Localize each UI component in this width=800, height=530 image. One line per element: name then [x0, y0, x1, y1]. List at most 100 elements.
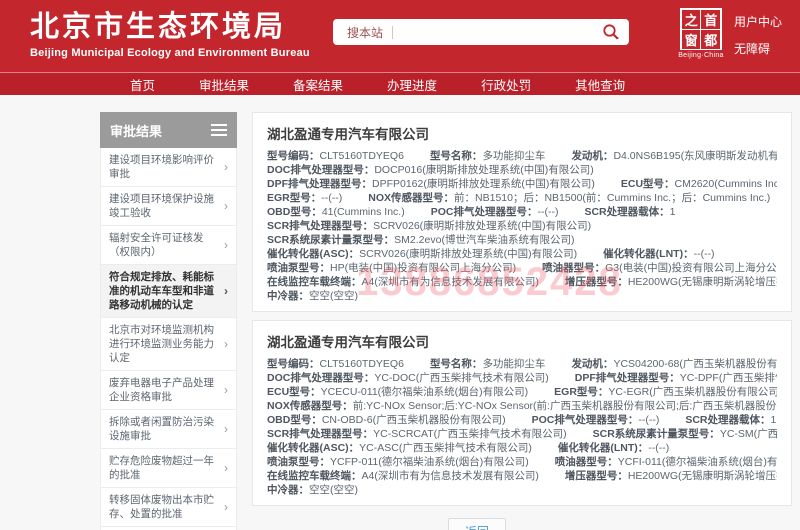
spec-line: SCR排气处理器型号：YC-SCRCAT(广西玉柴排气技术有限公司) SCR系统尿…: [267, 427, 777, 441]
sidebar-item-label: 转移固体废物出本市贮存、处置的批准: [109, 493, 220, 521]
spec-field: 喷油泵型号：HP(电装(中国)投资有限公司上海分公司): [267, 262, 516, 274]
search-input[interactable]: [393, 19, 602, 45]
sidebar-item-label: 拆除或者闲置防治污染设施审批: [109, 415, 220, 443]
spec-field: SCR排气处理器型号：YC-SCRCAT(广西玉柴排气技术有限公司): [267, 428, 567, 440]
chevron-right-icon: ›: [224, 500, 228, 514]
sidebar-item-label: 辐射安全许可证核发（权限内）: [109, 231, 220, 259]
logo-caption: Beijing·China: [678, 52, 724, 59]
back-button[interactable]: 返回: [448, 518, 506, 530]
chevron-right-icon: ›: [224, 461, 228, 475]
sidebar-title: 审批结果: [110, 121, 162, 140]
nav-item-3[interactable]: 办理进度: [387, 75, 437, 94]
sidebar-item-8[interactable]: 转移固体废物出本市贮存、处置的批准 ›: [101, 488, 236, 527]
site-subtitle: Beijing Municipal Ecology and Environmen…: [30, 47, 310, 59]
spec-field: 催化转化器(LNT)：--(--): [558, 442, 669, 454]
sidebar-header: 审批结果: [100, 112, 237, 148]
sidebar-item-label: 符合规定排放、耗能标准的机动车车型和非道路移动机械的认定: [109, 270, 220, 312]
header-corner: 之 首 窗 都 Beijing·China 用户中心 无障碍: [678, 8, 782, 59]
search-icon: [602, 23, 620, 41]
spec-field: ECU型号：CM2620(Cummins Inc.): [621, 178, 777, 190]
spec-field: EGR型号：YC-EGR(广西玉柴机器股份有限公司): [554, 386, 777, 398]
spec-line: NOX传感器型号：前:YC-NOx Sensor;后:YC-NOx Sensor…: [267, 399, 777, 413]
company-title: 湖北盈通专用汽车有限公司: [267, 123, 777, 143]
sidebar-item-5[interactable]: 废弃电器电子产品处理企业资格审批›: [101, 371, 236, 410]
sidebar-item-label: 北京市对环境监测机构进行环境监测业务能力认定: [109, 323, 220, 365]
result-card-0: 湖北盈通专用汽车有限公司型号编码：CLT5160TDYEQ6型号名称：多功能抑尘…: [252, 112, 792, 312]
spec-field: POC排气处理器型号：--(--): [431, 206, 559, 218]
sidebar-item-7[interactable]: 贮存危险废物超过一年的批准 ›: [101, 449, 236, 488]
body-wrap: 审批结果 建设项目环境影响评价审批›建设项目环境保护设施竣工验收›辐射安全许可证…: [0, 95, 800, 530]
sidebar-item-2[interactable]: 辐射安全许可证核发（权限内） ›: [101, 226, 236, 265]
user-center-link[interactable]: 用户中心: [734, 13, 782, 30]
spec-line: SCR排气处理器型号：SCRV026(康明斯排放处理系统(中国)有限公司): [267, 219, 777, 233]
site-header: 北京市生态环境局 Beijing Municipal Ecology and E…: [0, 0, 800, 72]
accessibility-link[interactable]: 无障碍: [734, 40, 782, 57]
spec-field: SCR排气处理器型号：SCRV026(康明斯排放处理系统(中国)有限公司): [267, 220, 591, 232]
spec-field: SCR系统尿素计量泵型号：YC-SM(广西玉柴机器股份有限公司): [593, 428, 777, 440]
capital-window-logo[interactable]: 之 首 窗 都 Beijing·China: [678, 8, 724, 59]
spec-field: 中冷器：空空(空空): [267, 290, 358, 302]
spec-field: 型号名称：多功能抑尘车: [430, 150, 546, 162]
nav-item-2[interactable]: 备案结果: [293, 75, 343, 94]
spec-field: ECU型号：YCECU-011(德尔福柴油系统(烟台)有限公司): [267, 386, 528, 398]
spec-field: 增压器型号：HE200WG(无锡康明斯涡轮增压技术有限公司): [565, 470, 777, 482]
spec-field: 发动机：YCS04200-68(广西玉柴机器股份有限公司): [571, 358, 777, 370]
spec-field: 型号编码：CLT5160TDYEQ6: [267, 358, 404, 370]
spec-field: 发动机：D4.0NS6B195(东风康明斯发动机有限公司): [571, 150, 777, 162]
chevron-right-icon: ›: [224, 422, 228, 436]
spec-line: 催化转化器(ASC)：SCRV026(康明斯排放处理系统(中国)有限公司)催化转…: [267, 247, 777, 261]
nav-item-5[interactable]: 其他查询: [575, 75, 625, 94]
result-card-1: 湖北盈通专用汽车有限公司型号编码：CLT5160TDYEQ6 型号名称：多功能抑尘…: [252, 320, 792, 506]
company-title: 湖北盈通专用汽车有限公司: [267, 331, 777, 351]
capital-window-logo-grid: 之 首 窗 都: [680, 8, 722, 50]
chevron-right-icon: ›: [224, 383, 228, 397]
nav-item-0[interactable]: 首页: [130, 75, 155, 94]
sidebar-item-1[interactable]: 建设项目环境保护设施竣工验收›: [101, 187, 236, 226]
main-content: 湖北盈通专用汽车有限公司型号编码：CLT5160TDYEQ6 型号名称：多功能抑尘…: [252, 112, 792, 530]
chevron-right-icon: ›: [224, 199, 228, 213]
sidebar-item-list: 建设项目环境影响评价审批›建设项目环境保护设施竣工验收›辐射安全许可证核发（权限…: [100, 148, 237, 530]
chevron-right-icon: ›: [224, 337, 228, 351]
spec-line: DPF排气处理器型号：DPFP0162(康明斯排放处理系统(中国)有限公司) EC…: [267, 177, 777, 191]
nav-item-4[interactable]: 行政处罚: [481, 75, 531, 94]
spec-line: 喷油泵型号：YCFP-011(德尔福柴油系统(烟台)有限公司)喷油器型号：YCF…: [267, 455, 777, 469]
spec-field: POC排气处理器型号：--(--): [532, 414, 660, 426]
site-title: 北京市生态环境局: [30, 11, 310, 43]
spec-line: 催化转化器(ASC)：YC-ASC(广西玉柴排气技术有限公司) 催化转化器(LNT…: [267, 441, 777, 455]
sidebar-item-label: 贮存危险废物超过一年的批准: [109, 454, 220, 482]
spec-line: OBD型号：41(Cummins Inc.) POC排气处理器型号：--(--) S…: [267, 205, 777, 219]
chevron-right-icon: ›: [224, 238, 228, 252]
search-scope-label: 搜本站: [347, 24, 383, 41]
spec-field: OBD型号：CN-OBD-6(广西玉柴机器股份有限公司): [267, 414, 506, 426]
spec-line: 中冷器：空空(空空): [267, 289, 777, 303]
spec-field: SCR处理器载体：1: [584, 206, 675, 218]
site-brand: 北京市生态环境局 Beijing Municipal Ecology and E…: [30, 11, 310, 59]
nav-item-1[interactable]: 审批结果: [199, 75, 249, 94]
menu-icon[interactable]: [211, 121, 227, 139]
site-search-box[interactable]: 搜本站: [333, 19, 629, 45]
sidebar-item-0[interactable]: 建设项目环境影响评价审批 ›: [101, 148, 236, 187]
spec-field: SCR系统尿素计量泵型号：SM2.2evo(博世汽车柴油系统有限公司): [267, 234, 574, 246]
spec-field: 催化转化器(ASC)：YC-ASC(广西玉柴排气技术有限公司): [267, 442, 532, 454]
spec-field: EGR型号：--(--): [267, 192, 342, 204]
sidebar-item-label: 建设项目环境影响评价审批: [109, 153, 220, 181]
spec-line: ECU型号：YCECU-011(德尔福柴油系统(烟台)有限公司) EGR型号：YC…: [267, 385, 777, 399]
spec-field: 喷油器型号：YCFI-011(德尔福柴油系统(烟台)有限公司): [555, 456, 777, 468]
spec-field: NOX传感器型号：前：NB1510；后：NB1500(前：Cummins Inc…: [368, 192, 770, 204]
spec-field: 型号名称：多功能抑尘车: [430, 358, 546, 370]
main-nav: 首页 审批结果 备案结果 办理进度 行政处罚 其他查询: [0, 72, 800, 95]
search-button[interactable]: [602, 23, 629, 41]
spec-field: SCR处理器载体：1: [685, 414, 776, 426]
logo-char: 窗: [682, 30, 701, 49]
spec-line: DOC排气处理器型号：YC-DOC(广西玉柴排气技术有限公司)DPF排气处理器型…: [267, 371, 777, 385]
sidebar-item-6[interactable]: 拆除或者闲置防治污染设施审批 ›: [101, 410, 236, 449]
sidebar-item-4[interactable]: 北京市对环境监测机构进行环境监测业务能力认定 ›: [101, 318, 236, 371]
spec-line: 喷油泵型号：HP(电装(中国)投资有限公司上海分公司)喷油器型号：G3(电装(中…: [267, 261, 777, 275]
spec-field: DPF排气处理器型号：YC-DPF(广西玉柴排气技术有限公司): [575, 372, 777, 384]
spec-field: DPF排气处理器型号：DPFP0162(康明斯排放处理系统(中国)有限公司): [267, 178, 595, 190]
spec-field: 中冷器：空空(空空): [267, 484, 358, 496]
spec-field: OBD型号：41(Cummins Inc.): [267, 206, 405, 218]
sidebar-item-3[interactable]: 符合规定排放、耗能标准的机动车车型和非道路移动机械的认定›: [101, 265, 236, 318]
back-row: 返回: [252, 518, 702, 530]
chevron-right-icon: ›: [224, 160, 228, 174]
